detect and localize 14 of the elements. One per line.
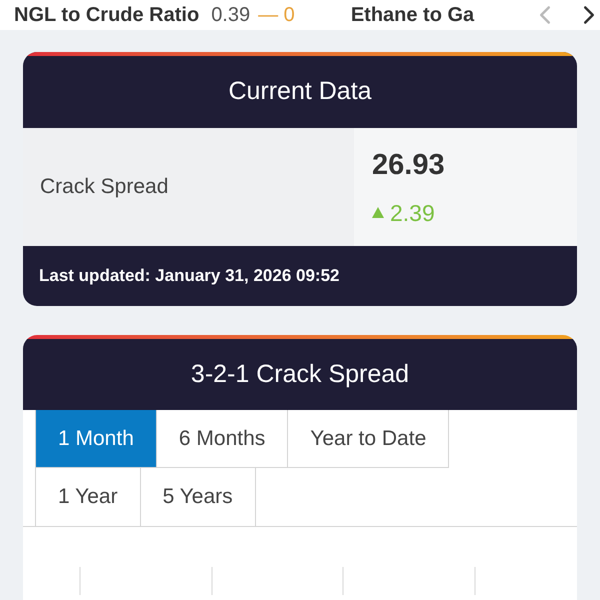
metric-value: 26.93 [372,148,446,183]
metric-change: 2.39 [390,198,435,228]
last-updated: Last updated: January 31, 2026 09:52 [39,265,340,288]
range-tab[interactable]: 1 Month [35,410,157,468]
ticker-name: Ethane to Ga [350,3,474,28]
range-tab[interactable]: 1 Year [35,468,141,526]
ticker-name: NGL to Crude Ratio [14,3,200,28]
ticker-change: — 0 [258,3,295,28]
range-tab[interactable]: 6 Months [156,410,288,468]
metric-label: Crack Spread [40,174,168,200]
ticker-value: 0.39 [211,3,250,28]
card-title: 3-2-1 Crack Spread [190,358,410,390]
card-title: Current Data [228,76,372,108]
range-tab[interactable]: Year to Date [288,410,450,468]
